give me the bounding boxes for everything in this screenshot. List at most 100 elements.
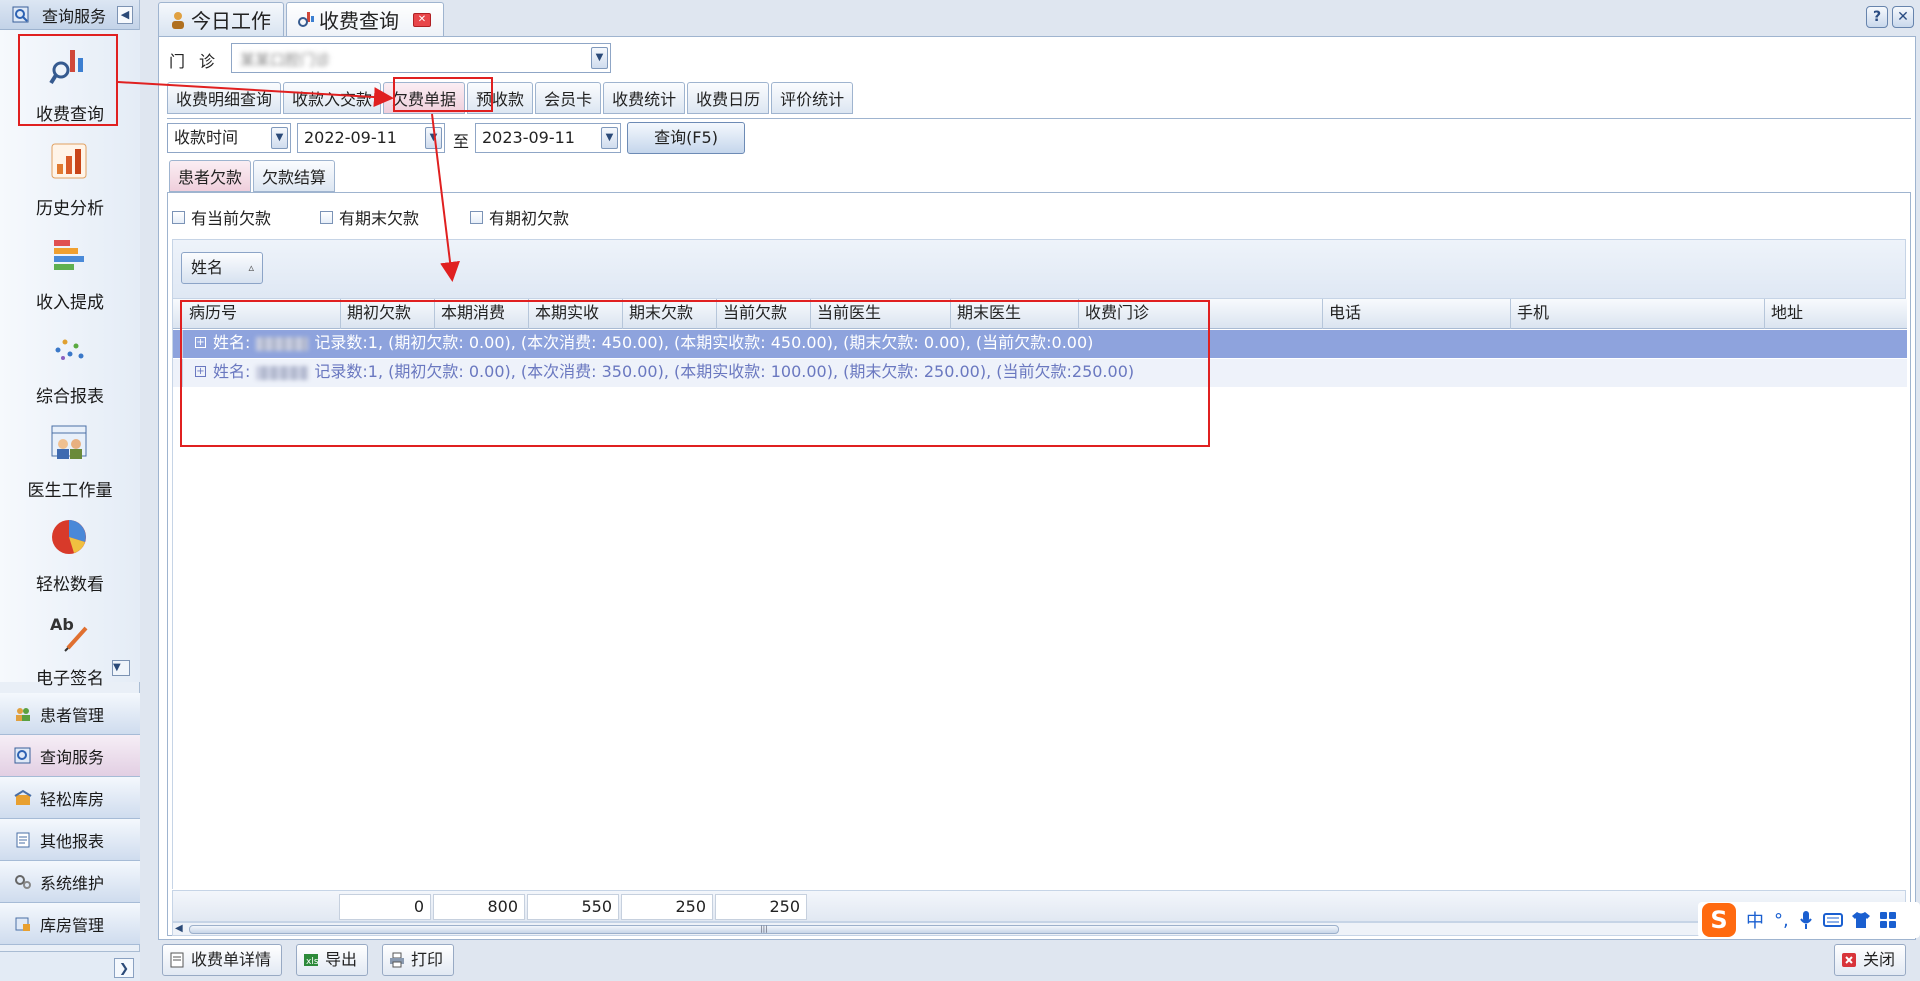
annotation-box-grid — [180, 300, 1210, 447]
sidebar-group-query[interactable]: 查询服务 — [0, 735, 140, 777]
sidebar-group-other-reports[interactable]: 其他报表 — [0, 819, 140, 861]
group-label: 患者管理 — [40, 705, 105, 725]
sidebar-header: 查询服务 ◀ — [0, 0, 139, 30]
subtab-member-card[interactable]: 会员卡 — [535, 82, 602, 114]
checkbox-icon[interactable] — [172, 210, 185, 224]
export-button[interactable]: xls 导出 — [296, 944, 369, 976]
subtab-charge-calendar[interactable]: 收费日历 — [687, 82, 770, 114]
filter-end-arrears[interactable]: 有期末欠款 — [320, 205, 419, 229]
group-label: 库房管理 — [40, 915, 105, 935]
column-address[interactable]: 地址 — [1765, 299, 1907, 329]
tab-arrears-settlement[interactable]: 欠款结算 — [253, 160, 336, 192]
query-subtabs: 收费明细查询 收款入交款 欠费单据 预收款 会员卡 收费统计 收费日历 评价统计 — [167, 82, 855, 114]
receipt-detail-button[interactable]: 收费单详情 — [162, 944, 283, 976]
filter-label: 有期初欠款 — [489, 209, 570, 228]
subtab-charge-detail[interactable]: 收费明细查询 — [167, 82, 282, 114]
annotation-box-tile — [18, 34, 118, 126]
sidebar-title: 查询服务 — [42, 6, 107, 26]
receipt-icon — [170, 952, 184, 968]
magnifier-chart-icon — [298, 11, 314, 27]
subtab-charge-stats[interactable]: 收费统计 — [603, 82, 686, 114]
skin-shirt-icon[interactable] — [1851, 911, 1871, 929]
date-to-input[interactable]: 2023-09-11 ▼ — [475, 123, 621, 153]
stacked-bars-icon — [54, 240, 84, 270]
sidebar-group-inventory[interactable]: 库房管理 — [0, 903, 140, 945]
report-icon — [16, 832, 30, 847]
sogou-logo-icon[interactable]: S — [1702, 903, 1736, 937]
tab-today-work[interactable]: 今日工作 — [158, 2, 284, 36]
toolbox-grid-icon[interactable] — [1879, 911, 1897, 929]
bottom-toolbar: 收费单详情 xls 导出 打印 关闭 — [158, 941, 1916, 979]
total-begin-arrears: 0 — [339, 894, 431, 920]
tile-label: 收入提成 — [36, 293, 104, 313]
bar-chart-icon — [51, 143, 87, 179]
sidebar-group-warehouse[interactable]: 轻松库房 — [0, 777, 140, 819]
search-doc-icon — [12, 6, 29, 22]
sidebar-tiles: 收费查询 历史分析 收入提成 综合报表 医生工作量 轻松数看 Ab 电子签名 ▼ — [0, 30, 140, 689]
total-current-arrears: 250 — [715, 894, 807, 920]
column-mobile[interactable]: 手机 — [1511, 299, 1765, 329]
print-button[interactable]: 打印 — [382, 944, 455, 976]
query-button[interactable]: 查询(F5) — [627, 122, 745, 154]
arrears-tabs: 患者欠款 欠款结算 — [169, 160, 337, 192]
inventory-icon — [15, 917, 30, 931]
sidebar-tile-commission[interactable]: 收入提成 — [0, 226, 140, 320]
sidebar-tile-reports[interactable]: 综合报表 — [0, 320, 140, 414]
arrears-panel: 患者欠款 欠款结算 有当前欠款 有期末欠款 有期初欠款 姓名 ▵ 病历号 期初欠… — [167, 160, 1911, 936]
filter-label: 有期末欠款 — [339, 209, 420, 228]
signature-pen-icon: Ab — [50, 615, 88, 652]
subtab-payment-handover[interactable]: 收款入交款 — [283, 82, 382, 114]
sidebar-footer: ❯ — [0, 951, 140, 981]
chevron-down-icon[interactable]: ▼ — [271, 127, 288, 149]
checkbox-icon[interactable] — [470, 210, 483, 224]
tab-charge-query[interactable]: 收费查询 ✕ — [286, 2, 444, 36]
sort-ascending-icon: ▵ — [248, 261, 254, 274]
tile-label: 历史分析 — [36, 199, 104, 219]
sidebar-tile-easy-view[interactable]: 轻松数看 — [0, 508, 140, 602]
ime-language-toggle[interactable]: 中 — [1746, 907, 1764, 933]
query-row: 收款时间 ▼ 2022-09-11 ▼ 至 2023-09-11 ▼ 查询(F5… — [167, 118, 1911, 154]
sidebar-group-patient[interactable]: 患者管理 — [0, 693, 140, 735]
horizontal-scrollbar[interactable]: ◀ ||| — [172, 922, 1906, 936]
group-by-name-chip[interactable]: 姓名 ▵ — [181, 252, 263, 284]
close-tab-icon[interactable]: ✕ — [413, 12, 431, 27]
filter-current-arrears[interactable]: 有当前欠款 — [172, 205, 271, 229]
help-icon[interactable]: ? — [1866, 6, 1888, 28]
tab-patient-arrears[interactable]: 患者欠款 — [169, 160, 252, 192]
keyboard-icon[interactable] — [1822, 912, 1843, 928]
close-button[interactable]: 关闭 — [1834, 944, 1907, 976]
tab-label: 今日工作 — [191, 9, 271, 33]
clinic-select[interactable]: 某某口腔门诊 ▼ — [231, 43, 611, 73]
sidebar-more-button[interactable]: ▼ — [112, 660, 130, 676]
person-icon — [172, 11, 184, 29]
svg-text:xls: xls — [306, 957, 319, 967]
subtab-rating-stats[interactable]: 评价统计 — [771, 82, 854, 114]
sidebar-tile-e-signature[interactable]: Ab 电子签名 — [0, 602, 140, 696]
sidebar-tile-history[interactable]: 历史分析 — [0, 132, 140, 226]
microphone-icon[interactable] — [1799, 910, 1813, 930]
column-phone[interactable]: 电话 — [1323, 299, 1511, 329]
sidebar-expand-button[interactable]: ❯ — [114, 958, 134, 978]
tab-label: 收费查询 — [319, 9, 399, 33]
checkbox-icon[interactable] — [320, 210, 333, 224]
sidebar-group-system[interactable]: 系统维护 — [0, 861, 140, 903]
filter-begin-arrears[interactable]: 有期初欠款 — [470, 205, 569, 229]
document-tabs: 今日工作 收费查询 ✕ — [158, 2, 446, 36]
chevron-down-icon[interactable]: ▼ — [591, 47, 608, 69]
chevron-down-icon[interactable]: ▼ — [601, 127, 618, 149]
time-type-select[interactable]: 收款时间 ▼ — [167, 123, 291, 153]
group-label: 其他报表 — [40, 831, 105, 851]
chevron-down-icon[interactable]: ▼ — [425, 127, 442, 149]
sidebar-collapse-button[interactable]: ◀ — [117, 6, 133, 24]
scroll-left-icon[interactable]: ◀ — [175, 923, 183, 934]
sidebar-tile-doctor-workload[interactable]: 医生工作量 — [0, 414, 140, 508]
punctuation-icon[interactable]: °, — [1774, 910, 1789, 931]
button-label: 收费单详情 — [191, 950, 272, 969]
pie-chart-icon — [52, 520, 86, 554]
search-doc-icon — [14, 747, 31, 763]
close-window-icon[interactable]: ✕ — [1892, 6, 1914, 28]
total-period-consumption: 800 — [433, 894, 525, 920]
button-label: 关闭 — [1863, 950, 1896, 969]
date-from-input[interactable]: 2022-09-11 ▼ — [297, 123, 445, 153]
scrollbar-thumb[interactable]: ||| — [189, 925, 1339, 934]
